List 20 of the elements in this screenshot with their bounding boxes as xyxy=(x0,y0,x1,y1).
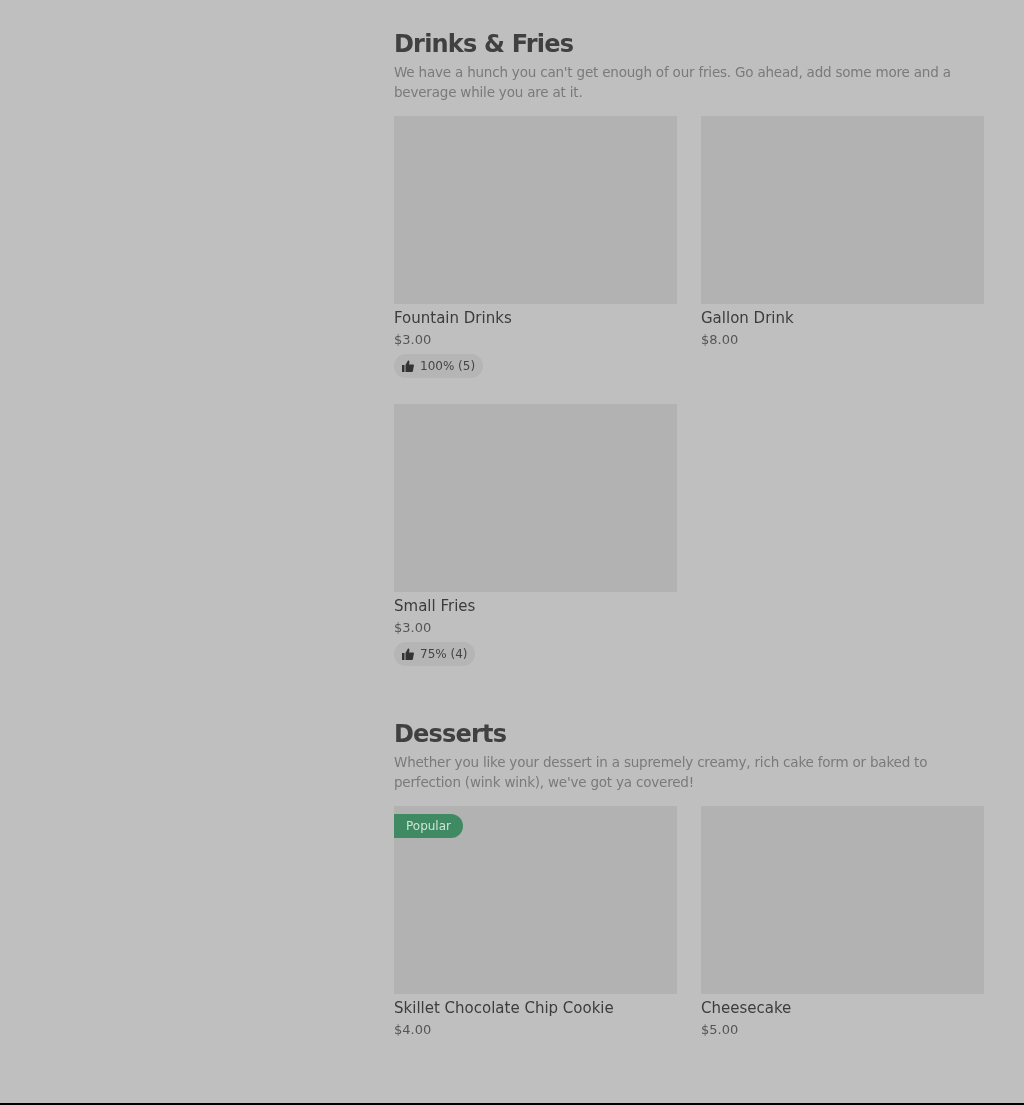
item-image-placeholder[interactable] xyxy=(394,806,677,994)
item-price: $3.00 xyxy=(394,331,433,349)
thumbs-up-icon xyxy=(402,360,414,372)
section-title: Desserts xyxy=(394,719,508,750)
item-price: $8.00 xyxy=(701,331,740,349)
item-price: $4.00 xyxy=(394,1021,433,1039)
item-name[interactable]: Small Fries xyxy=(394,596,677,616)
section-description: We have a hunch you can't get enough of our fries. Go ahead, add some more and a beverage while you are at it. xyxy=(394,63,952,102)
item-name[interactable]: Gallon Drink xyxy=(701,308,984,328)
item-price: $3.00 xyxy=(394,619,433,637)
rating-text: 100% (5) xyxy=(420,358,476,375)
item-name[interactable]: Fountain Drinks xyxy=(394,308,677,328)
popular-badge: Popular xyxy=(394,814,463,838)
item-price: $5.00 xyxy=(701,1021,740,1039)
item-name[interactable]: Skillet Chocolate Chip Cookie xyxy=(394,998,677,1018)
rating-text: 75% (4) xyxy=(420,646,468,663)
section-title: Drinks & Fries xyxy=(394,29,575,60)
thumbs-up-icon xyxy=(402,648,414,660)
section-description: Whether you like your dessert in a supremely creamy, rich cake form or baked to perfection (wink wink), we've got ya covered! xyxy=(394,753,929,792)
item-name[interactable]: Cheesecake xyxy=(701,998,984,1018)
